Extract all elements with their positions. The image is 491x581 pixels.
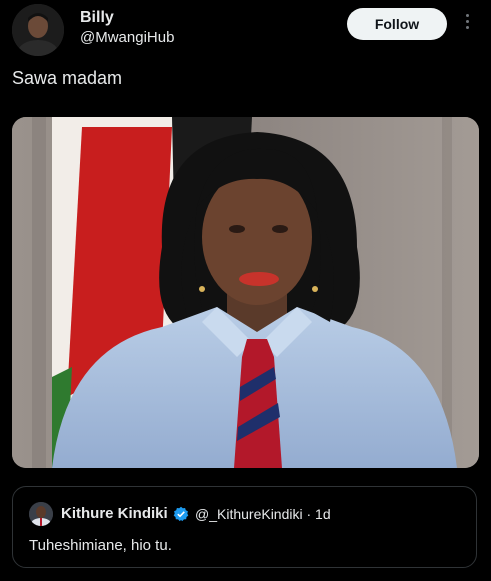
more-options-icon[interactable] (460, 12, 474, 34)
follow-button[interactable]: Follow (347, 8, 447, 40)
author-avatar[interactable] (12, 4, 64, 56)
post-image[interactable] (12, 117, 479, 468)
quoted-author-avatar[interactable] (29, 502, 53, 526)
quoted-handle-time[interactable]: @_KithureKindiki · 1d (195, 506, 331, 522)
verified-badge-icon (173, 506, 189, 522)
author-handle[interactable]: @MwangiHub (80, 29, 174, 46)
quoted-text: Tuheshimiane, hio tu. (29, 537, 172, 554)
quoted-author-name[interactable]: Kithure Kindiki (61, 505, 168, 522)
quoted-post[interactable]: Kithure Kindiki @_KithureKindiki · 1d Tu… (12, 486, 477, 568)
author-name[interactable]: Billy (80, 9, 114, 27)
post-text: Sawa madam (12, 68, 123, 88)
